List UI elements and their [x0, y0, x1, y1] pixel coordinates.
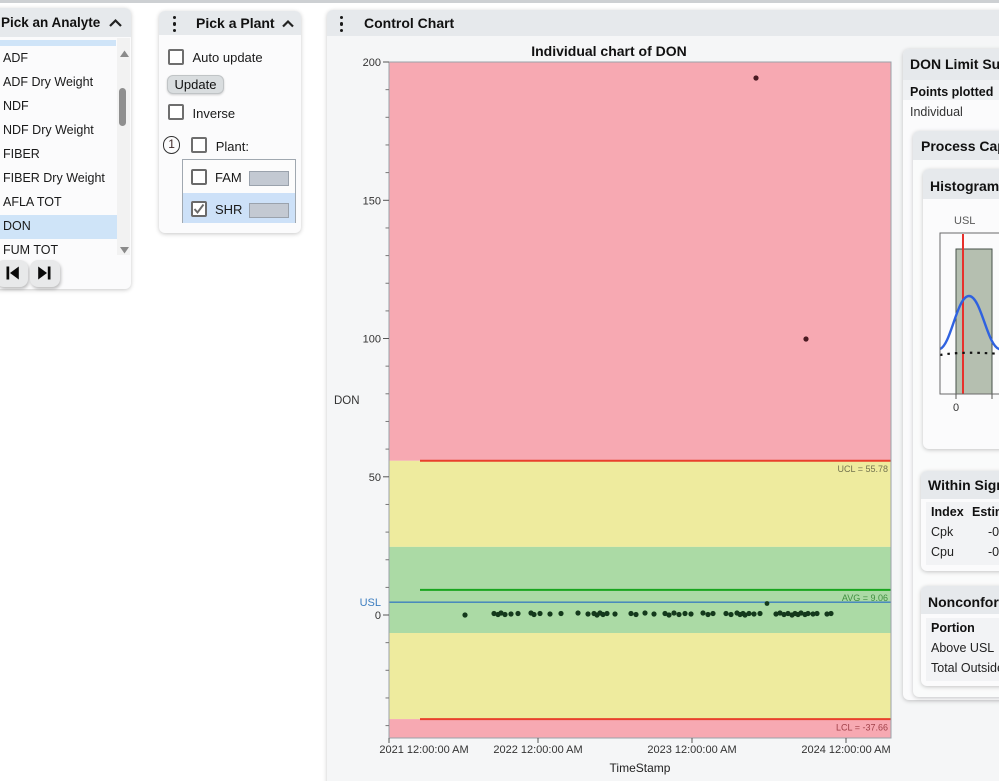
svg-text:150: 150 — [363, 195, 381, 207]
svg-text:200: 200 — [363, 57, 381, 69]
svg-text:Individual chart of DON: Individual chart of DON — [531, 43, 687, 59]
svg-text:LCL = -37.66: LCL = -37.66 — [836, 723, 888, 733]
svg-text:DON: DON — [334, 395, 360, 407]
svg-text:50: 50 — [369, 472, 381, 484]
svg-text:0: 0 — [375, 610, 381, 622]
svg-text:2023 12:00:00 AM: 2023 12:00:00 AM — [647, 744, 736, 756]
svg-text:USL: USL — [360, 597, 381, 609]
svg-text:2022 12:00:00 AM: 2022 12:00:00 AM — [493, 744, 582, 756]
svg-text:UCL = 55.78: UCL = 55.78 — [838, 464, 888, 474]
svg-text:USL: USL — [954, 215, 975, 227]
svg-text:2024 12:00:00 AM: 2024 12:00:00 AM — [801, 744, 890, 756]
svg-text:2021 12:00:00 AM: 2021 12:00:00 AM — [379, 744, 468, 756]
svg-text:AVG = 9.06: AVG = 9.06 — [842, 593, 888, 603]
svg-text:0: 0 — [953, 402, 959, 414]
svg-text:TimeStamp: TimeStamp — [610, 761, 671, 775]
svg-text:100: 100 — [363, 334, 381, 346]
